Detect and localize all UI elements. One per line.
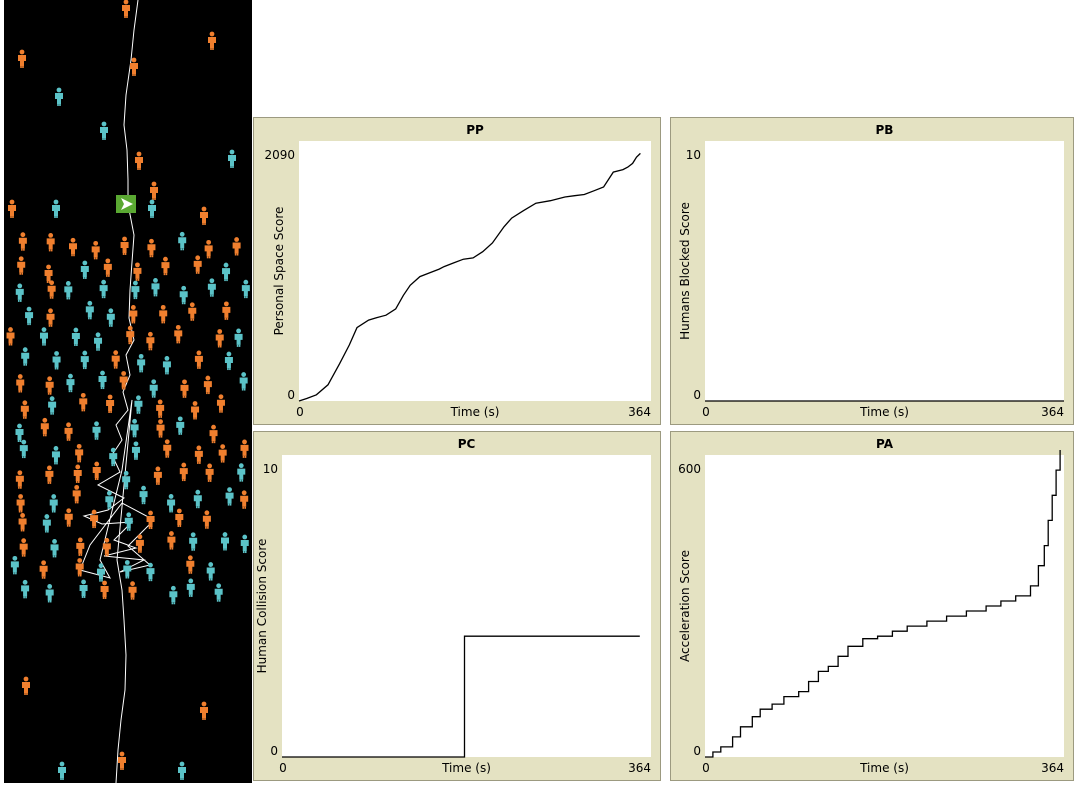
x-axis-label: Time (s): [441, 761, 491, 775]
chart-title: PA: [876, 437, 894, 451]
y-axis-label: Human Collision Score: [255, 539, 269, 674]
plot-pb: PB Humans Blocked Score Time (s) 0 10 0 364: [670, 117, 1074, 425]
y-tick-label: 10: [263, 462, 278, 476]
plot-pa: PA Acceleration Score Time (s) 0 600 0 364: [670, 431, 1074, 781]
x-tick-label: 0: [279, 761, 287, 775]
x-tick-label: 364: [1041, 405, 1064, 419]
x-axis-label: Time (s): [859, 761, 909, 775]
x-tick-label: 364: [1041, 761, 1064, 775]
world-canvas: [4, 0, 252, 784]
chart-pb: PB Humans Blocked Score Time (s) 0 10 0 364: [678, 123, 1064, 419]
y-tick-label: 0: [693, 388, 701, 402]
y-tick-label: 0: [287, 388, 295, 402]
x-tick-label: 0: [702, 761, 710, 775]
plot-pp: PP Personal Space Score Time (s) 0 2090 0 364: [253, 117, 661, 425]
y-tick-label: 2090: [264, 148, 295, 162]
x-tick-label: 364: [628, 405, 651, 419]
y-tick-label: 0: [270, 744, 278, 758]
y-tick-label: 0: [693, 744, 701, 758]
chart-pc: PC Human Collision Score Time (s) 0 10 0 364: [255, 437, 651, 775]
x-axis-label: Time (s): [859, 405, 909, 419]
chart-title: PB: [876, 123, 894, 137]
x-tick-label: 0: [296, 405, 304, 419]
plot-area: [705, 141, 1064, 401]
y-tick-label: 600: [678, 462, 701, 476]
x-tick-label: 0: [702, 405, 710, 419]
y-tick-label: 10: [686, 148, 701, 162]
chart-pa: PA Acceleration Score Time (s) 0 600 0 364: [678, 437, 1064, 775]
chart-pp: PP Personal Space Score Time (s) 0 2090 0 364: [264, 123, 651, 419]
chart-title: PP: [466, 123, 484, 137]
y-axis-label: Personal Space Score: [272, 207, 286, 336]
x-tick-label: 364: [628, 761, 651, 775]
chart-title: PC: [458, 437, 476, 451]
plot-area: [282, 455, 651, 757]
plot-pc: PC Human Collision Score Time (s) 0 10 0 364: [253, 431, 661, 781]
arrow-icon: [116, 195, 136, 213]
y-axis-label: Acceleration Score: [678, 550, 692, 662]
plot-area: [299, 141, 651, 401]
plot-area: [705, 455, 1064, 757]
simulation-world[interactable]: [4, 0, 252, 784]
y-axis-label: Humans Blocked Score: [678, 202, 692, 340]
x-axis-label: Time (s): [450, 405, 500, 419]
